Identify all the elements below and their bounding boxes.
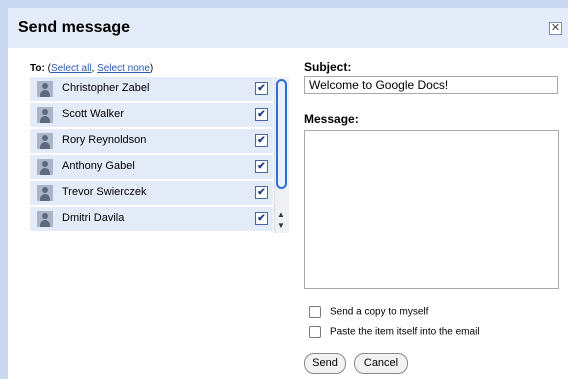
recipient-name: Anthony Gabel	[62, 160, 135, 172]
to-close-paren: )	[149, 63, 154, 74]
recipient-row[interactable]: Anthony Gabel ✔	[30, 155, 273, 181]
recipient-name: Christopher Zabel	[62, 82, 150, 94]
send-copy-checkbox[interactable]	[309, 306, 321, 318]
recipient-name: Rory Reynoldson	[62, 134, 147, 146]
paste-item-option[interactable]: Paste the item itself into the email	[309, 326, 480, 338]
recipient-row[interactable]: Rory Reynoldson ✔	[30, 129, 273, 155]
scroll-thumb[interactable]	[276, 79, 287, 189]
select-all-link[interactable]: Select all	[51, 63, 92, 74]
paste-item-checkbox[interactable]	[309, 326, 321, 338]
recipient-scrollbar[interactable]: ▲ ▼	[274, 77, 289, 233]
avatar-icon	[37, 81, 53, 97]
checkbox-checked-icon[interactable]: ✔	[255, 82, 268, 95]
to-label: To:	[30, 63, 45, 74]
avatar-icon	[37, 107, 53, 123]
dialog-titlebar: Send message ✕	[8, 8, 568, 48]
recipient-row[interactable]: Christopher Zabel ✔	[30, 77, 273, 103]
avatar-icon	[37, 133, 53, 149]
avatar-icon	[37, 211, 53, 227]
send-copy-option[interactable]: Send a copy to myself	[309, 306, 428, 318]
checkbox-checked-icon[interactable]: ✔	[255, 160, 268, 173]
subject-input[interactable]	[304, 76, 558, 94]
checkbox-checked-icon[interactable]: ✔	[255, 212, 268, 225]
recipient-name: Trevor Swierczek	[62, 186, 147, 198]
subject-label: Subject:	[304, 60, 352, 74]
send-message-dialog: Send message ✕ To: (Select all, Select n…	[8, 8, 568, 379]
send-button[interactable]: Send	[304, 353, 346, 374]
to-line: To: (Select all, Select none)	[30, 63, 153, 74]
send-copy-label: Send a copy to myself	[330, 306, 429, 318]
dialog-title: Send message	[18, 19, 131, 36]
message-textarea[interactable]	[304, 130, 559, 289]
recipient-list: Christopher Zabel ✔ Scott Walker ✔ Rory …	[30, 77, 288, 233]
select-none-link[interactable]: Select none	[97, 63, 150, 74]
recipient-name: Dmitri Davila	[62, 212, 125, 224]
avatar-icon	[37, 185, 53, 201]
message-label: Message:	[304, 112, 359, 126]
recipient-name: Scott Walker	[62, 108, 124, 120]
scroll-up-icon[interactable]: ▲	[277, 210, 285, 219]
recipient-row[interactable]: Trevor Swierczek ✔	[30, 181, 273, 207]
recipient-row[interactable]: Scott Walker ✔	[30, 103, 273, 129]
checkbox-checked-icon[interactable]: ✔	[255, 186, 268, 199]
close-icon[interactable]: ✕	[549, 22, 562, 35]
scroll-down-icon[interactable]: ▼	[277, 221, 285, 230]
checkbox-checked-icon[interactable]: ✔	[255, 134, 268, 147]
paste-item-label: Paste the item itself into the email	[330, 326, 480, 338]
avatar-icon	[37, 159, 53, 175]
recipient-row[interactable]: Dmitri Davila ✔	[30, 207, 273, 233]
checkbox-checked-icon[interactable]: ✔	[255, 108, 268, 121]
cancel-button[interactable]: Cancel	[354, 353, 408, 374]
